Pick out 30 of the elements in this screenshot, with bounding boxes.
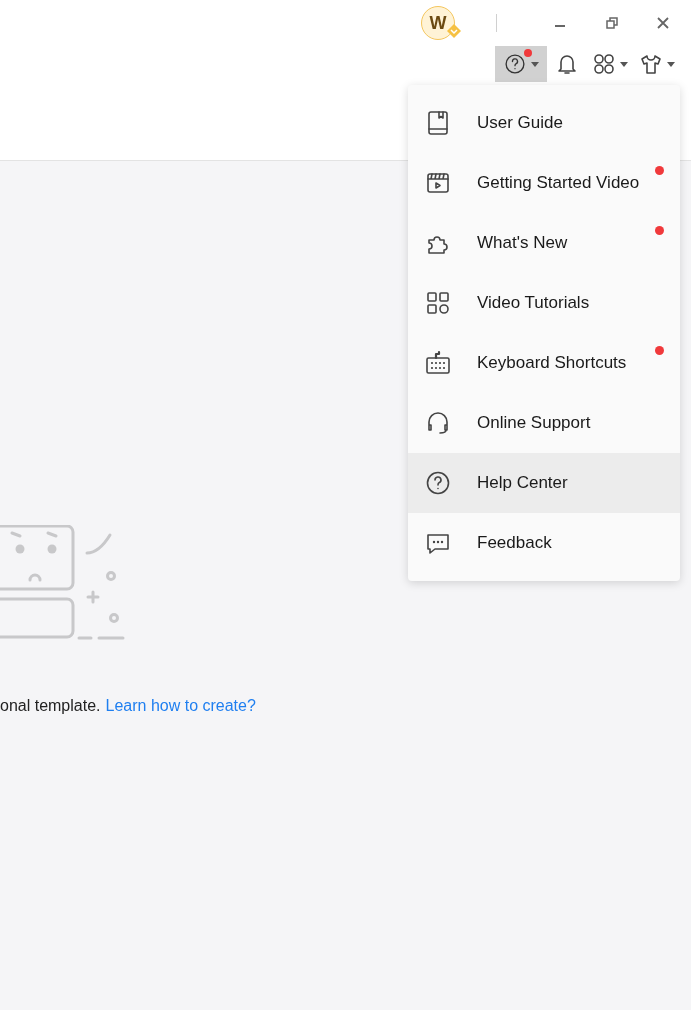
skin-menu-button[interactable] [640, 53, 675, 75]
empty-state-message: onal template. [0, 696, 101, 716]
help-icon [425, 470, 451, 496]
user-avatar[interactable]: W [421, 6, 455, 40]
apps-menu-button[interactable] [593, 53, 628, 75]
menu-item[interactable]: Video Tutorials [408, 273, 680, 333]
bell-icon[interactable] [556, 53, 578, 75]
menu-item[interactable]: Getting Started Video [408, 153, 680, 213]
menu-item[interactable]: User Guide [408, 93, 680, 153]
headset-icon [425, 410, 451, 436]
caret-icon [620, 61, 628, 67]
menu-item[interactable]: Keyboard Shortcuts [408, 333, 680, 393]
help-button[interactable] [495, 46, 547, 82]
menu-item[interactable]: Online Support [408, 393, 680, 453]
grid-icon [425, 290, 451, 316]
menu-item[interactable]: What's New [408, 213, 680, 273]
keyboard-icon [425, 350, 451, 376]
book-icon [425, 110, 451, 136]
video-icon [425, 170, 451, 196]
apps-icon [593, 53, 615, 75]
shirt-icon [640, 53, 662, 75]
caret-icon [667, 61, 675, 67]
caret-icon [530, 61, 539, 67]
menu-item[interactable]: Help Center [408, 453, 680, 513]
vip-badge-icon [447, 24, 461, 38]
learn-link[interactable]: Learn how to create? [105, 694, 256, 718]
restore-icon[interactable] [606, 17, 618, 29]
help-icon [503, 53, 526, 75]
menu-item[interactable]: Feedback [408, 513, 680, 573]
close-icon[interactable] [657, 17, 669, 29]
